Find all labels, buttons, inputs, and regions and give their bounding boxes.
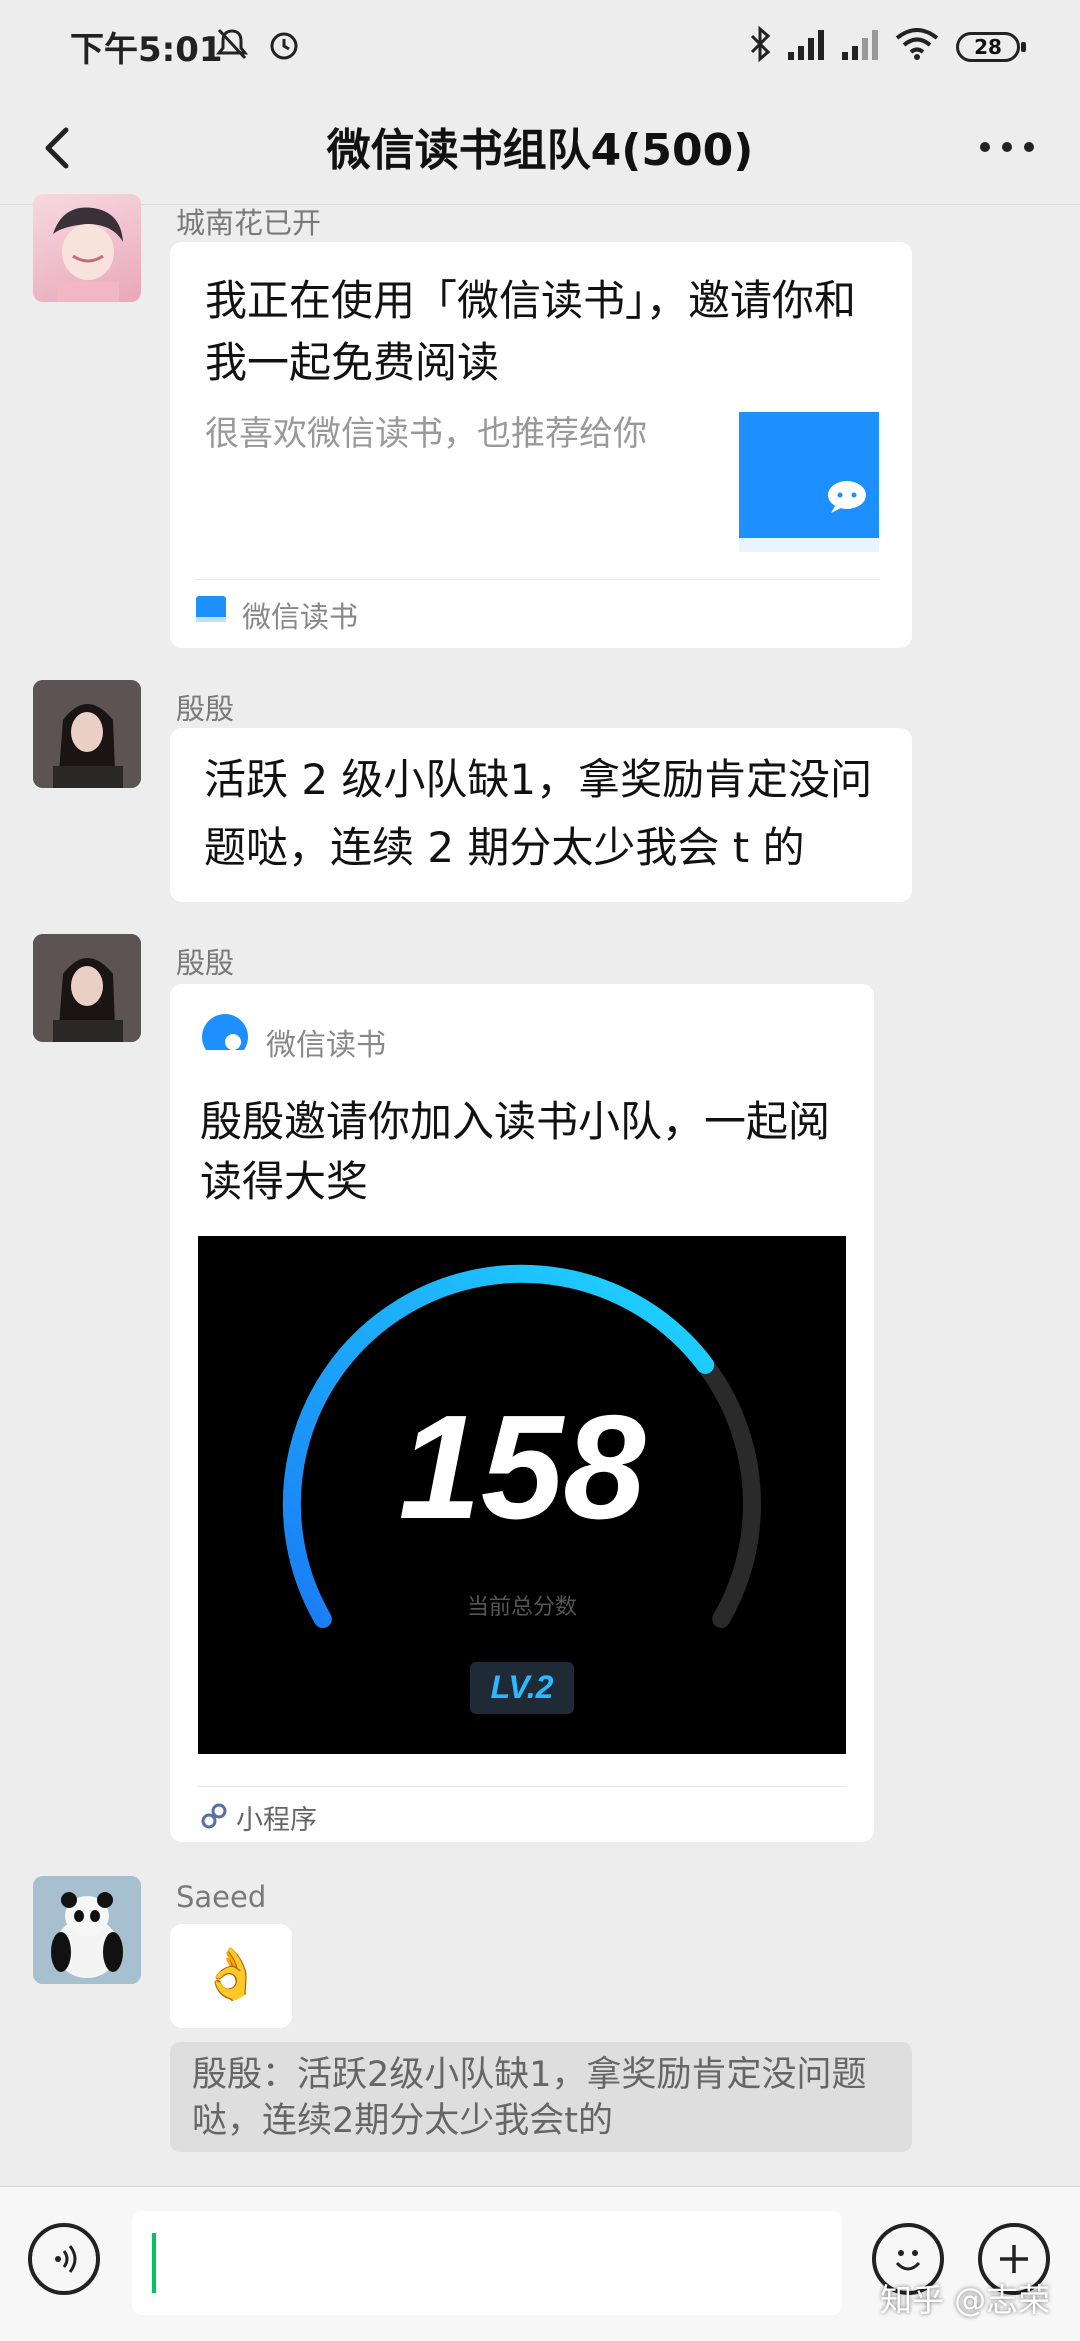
card-thumbnail [739,412,879,552]
sender-name: 城南花已开 [176,206,322,240]
share-card[interactable]: 我正在使用「微信读书」，邀请你和我一起免费阅读 很喜欢微信读书，也推荐给你 微信… [170,242,912,648]
sender-name: 殷殷 [176,692,235,726]
score-label: 当前总分数 [467,1595,577,1620]
status-bar: 下午5:01 28 [0,0,1080,92]
text-cursor [152,2233,156,2293]
card-title: 殷殷邀请你加入读书小队，一起阅读得大奖 [200,1097,831,1206]
card-description: 很喜欢微信读书，也推荐给你 [205,414,647,454]
mini-program-icon [201,1803,227,1829]
signal-icon-1 [788,30,824,60]
avatar[interactable] [33,934,141,1042]
card-source: 微信读书 [242,600,359,634]
emoji-bubble[interactable]: 👌 [170,1924,292,2028]
card-type: 小程序 [236,1805,317,1836]
weread-logo-icon [196,596,226,622]
avatar[interactable] [33,194,141,302]
mini-program-card[interactable]: 微信读书 殷殷邀请你加入读书小队，一起阅读得大奖 158 当前总分数 LV.2 … [170,984,874,1842]
sender-name: Saeed [176,1880,267,1914]
battery-indicator: 28 [956,32,1026,62]
more-icon[interactable] [972,122,1042,172]
score-image: 158 当前总分数 LV.2 [198,1236,846,1754]
sender-name: 殷殷 [176,946,235,980]
voice-icon[interactable] [28,2223,100,2295]
message-bubble[interactable]: 活跃 2 级小队缺1，拿奖励肯定没问题哒，连续 2 期分太少我会 t 的 [170,728,912,902]
alarm-icon [270,32,298,60]
weread-app-icon [202,1014,248,1060]
chat-bubble-icon [828,481,866,513]
status-time: 下午5:01 [70,30,223,70]
message-input[interactable] [132,2211,842,2315]
avatar[interactable] [33,680,141,788]
avatar-panda [33,1876,141,1984]
app-name: 微信读书 [266,1028,386,1063]
quoted-message[interactable]: 殷殷：活跃2级小队缺1，拿奖励肯定没问题哒，连续2期分太少我会t的 [170,2042,912,2152]
chat-header: 微信读书组队4(500) [0,92,1080,205]
ok-hand-emoji: 👌 [200,1945,263,2003]
bluetooth-icon [750,26,771,62]
avatar[interactable] [33,1876,141,1984]
avatar-illustration [53,207,123,302]
level-text: LV.2 [491,1669,554,1705]
mute-icon [215,28,249,60]
card-title: 我正在使用「微信读书」，邀请你和我一起免费阅读 [205,276,857,387]
avatar-photo [33,934,141,1042]
signal-icon-2 [842,30,878,60]
wifi-icon [895,28,939,60]
score-gauge: 158 当前总分数 LV.2 [282,1264,761,1714]
chat-title: 微信读书组队4(500) [326,125,754,176]
message-text: 活跃 2 级小队缺1，拿奖励肯定没问题哒，连续 2 期分太少我会 t 的 [204,755,873,872]
watermark: 知乎 @志荣 [880,2281,1051,2319]
avatar-photo [33,680,141,788]
score-value: 158 [399,1385,647,1550]
